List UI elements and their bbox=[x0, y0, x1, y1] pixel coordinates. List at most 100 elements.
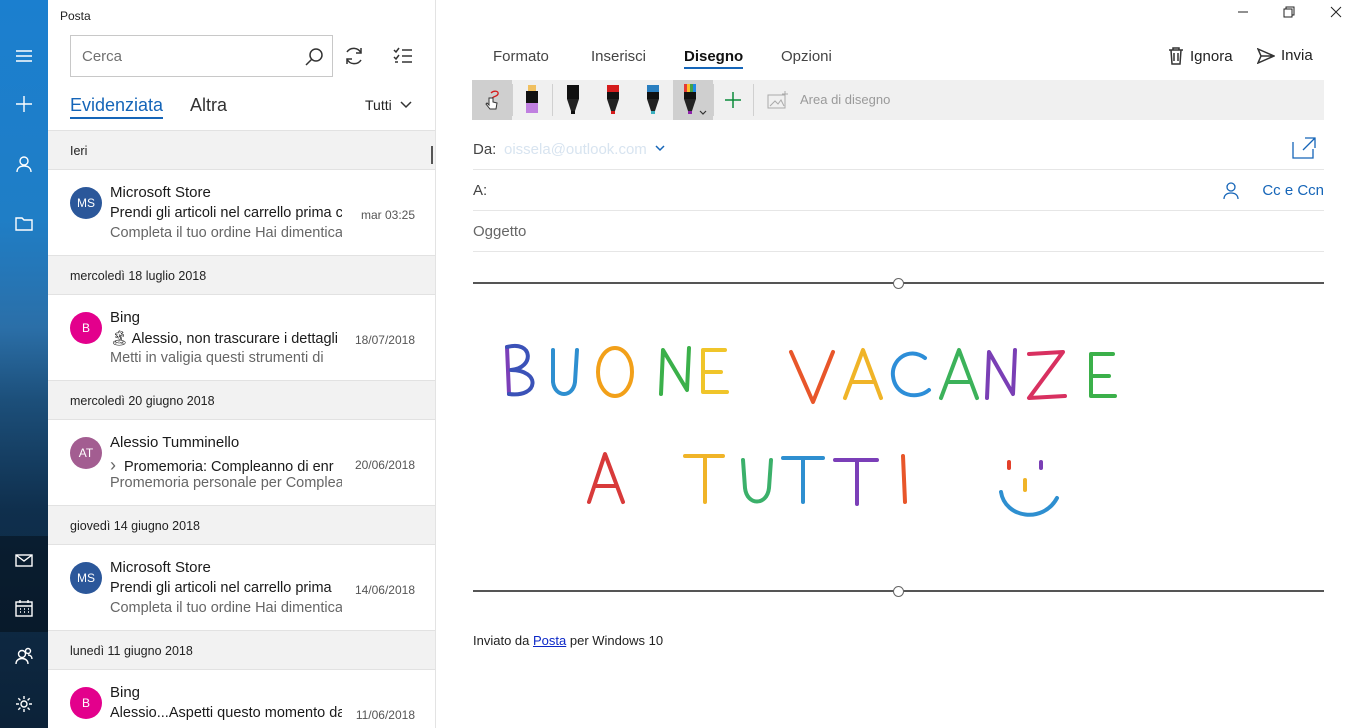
add-pen-button[interactable] bbox=[713, 80, 753, 120]
mail-icon[interactable] bbox=[0, 536, 48, 584]
drawing-canvas-button[interactable] bbox=[758, 80, 798, 120]
tab-disegno[interactable]: Disegno bbox=[684, 48, 744, 69]
send-button[interactable]: Invia bbox=[1257, 47, 1313, 64]
signature-prefix: Inviato da bbox=[473, 633, 533, 648]
date-group-heading: mercoledì 20 giugno 2018 bbox=[48, 380, 435, 420]
contact-picker-icon[interactable] bbox=[1222, 182, 1240, 200]
avatar: B bbox=[70, 687, 102, 719]
drawing-canvas[interactable] bbox=[473, 272, 1324, 602]
touch-draw-tool[interactable] bbox=[472, 80, 512, 120]
search-icon[interactable] bbox=[304, 47, 324, 67]
message-sender: Bing bbox=[110, 684, 141, 701]
minimize-button[interactable] bbox=[1237, 5, 1259, 27]
message-subject-text: Prendi gli articoli nel carrello prima bbox=[110, 580, 332, 596]
message-subject: 🏝 Alessio, non trascurare i dettagli bbox=[110, 330, 342, 347]
chevron-down-icon[interactable] bbox=[655, 143, 665, 153]
message-sender: Microsoft Store bbox=[110, 184, 211, 201]
send-label: Invia bbox=[1281, 47, 1313, 64]
message-list-item[interactable]: B Bing 🏝 Alessio, non trascurare i dettagl… bbox=[48, 295, 435, 380]
settings-icon[interactable] bbox=[0, 680, 48, 728]
message-subject-text: Alessio...Aspetti questo momento da bbox=[110, 705, 342, 721]
canvas-resize-handle-bottom[interactable] bbox=[893, 586, 904, 597]
menu-icon[interactable] bbox=[0, 32, 48, 80]
avatar: MS bbox=[70, 187, 102, 219]
calendar-icon[interactable] bbox=[0, 584, 48, 632]
people-icon[interactable] bbox=[0, 632, 48, 680]
pen-red-tool[interactable] bbox=[593, 80, 633, 120]
plus-icon bbox=[725, 92, 741, 108]
pen-red-icon bbox=[607, 85, 619, 114]
tab-focused[interactable]: Evidenziata bbox=[70, 95, 164, 119]
to-field[interactable]: A: Cc e Ccn bbox=[473, 170, 1324, 211]
message-list-item[interactable]: B Bing Alessio...Aspetti questo momento da… bbox=[48, 670, 435, 728]
avatar: B bbox=[70, 312, 102, 344]
sync-icon[interactable] bbox=[343, 45, 365, 67]
date-group-heading: lunedì 11 giugno 2018 bbox=[48, 630, 435, 670]
date-group-heading: Ieri bbox=[48, 130, 435, 170]
message-subject-text: Promemoria: Compleanno di enr bbox=[124, 459, 334, 475]
highlighter-icon bbox=[526, 85, 538, 113]
app-title: Posta bbox=[60, 9, 91, 23]
cc-bcc-link[interactable]: Cc e Ccn bbox=[1262, 182, 1324, 199]
folder-icon[interactable] bbox=[0, 200, 48, 248]
popout-icon[interactable] bbox=[1292, 137, 1316, 159]
message-date: mar 03:25 bbox=[360, 208, 415, 222]
signature-link[interactable]: Posta bbox=[533, 633, 566, 648]
restore-button[interactable] bbox=[1283, 5, 1305, 27]
pen-rainbow-tool[interactable] bbox=[673, 80, 713, 120]
message-list: Ieri MS Microsoft Store Prendi gli articoli… bbox=[48, 130, 435, 728]
message-date: 11/06/2018 bbox=[355, 708, 415, 722]
message-list-item[interactable]: AT Alessio Tumminello › Promemoria: Complea… bbox=[48, 420, 435, 505]
tab-opzioni[interactable]: Opzioni bbox=[781, 48, 832, 65]
pen-black-icon bbox=[567, 85, 579, 114]
new-mail-icon[interactable] bbox=[0, 80, 48, 128]
avatar: MS bbox=[70, 562, 102, 594]
account-icon[interactable] bbox=[0, 140, 48, 188]
subject-field[interactable]: Oggetto bbox=[473, 211, 1324, 252]
message-sender: Alessio Tumminello bbox=[110, 434, 240, 451]
message-preview: Metti in valigia questi strumenti di bbox=[110, 350, 324, 366]
message-preview: Completa il tuo ordine Hai dimenticato bbox=[110, 600, 342, 616]
message-subject: Alessio...Aspetti questo momento da bbox=[110, 705, 342, 721]
discard-label: Ignora bbox=[1190, 47, 1233, 65]
pen-rainbow-icon bbox=[684, 84, 707, 115]
tab-inserisci[interactable]: Inserisci bbox=[591, 48, 646, 65]
message-list-pane: Posta Evidenziata Altra Tutti Ieri MS Micr… bbox=[48, 0, 436, 728]
drawing-canvas-icon bbox=[767, 91, 788, 109]
highlighter-tool[interactable] bbox=[512, 80, 552, 120]
avatar: AT bbox=[70, 437, 102, 469]
app-rail bbox=[0, 0, 48, 728]
touch-draw-icon bbox=[485, 90, 499, 110]
discard-button[interactable]: Ignora bbox=[1168, 47, 1233, 65]
tab-other[interactable]: Altra bbox=[190, 95, 227, 116]
send-icon bbox=[1257, 47, 1275, 64]
message-date: 18/07/2018 bbox=[354, 333, 415, 347]
search-input[interactable] bbox=[71, 36, 291, 76]
search-box[interactable] bbox=[70, 35, 333, 77]
message-sender: Microsoft Store bbox=[110, 559, 211, 576]
date-group-heading: giovedì 14 giugno 2018 bbox=[48, 505, 435, 545]
chevron-down-icon bbox=[400, 101, 412, 109]
subject-placeholder[interactable]: Oggetto bbox=[473, 223, 526, 240]
from-value[interactable]: oissela@outlook.com bbox=[504, 141, 647, 158]
pen-black-tool[interactable] bbox=[553, 80, 593, 120]
message-list-item[interactable]: MS Microsoft Store Prendi gli articoli nel… bbox=[48, 545, 435, 630]
toolbar-divider bbox=[753, 84, 754, 116]
drawing-canvas-label: Area di disegno bbox=[800, 92, 891, 107]
scrollbar-thumb[interactable] bbox=[431, 146, 433, 164]
pen-galaxy-icon bbox=[647, 85, 659, 114]
trash-icon bbox=[1169, 47, 1183, 65]
filter-dropdown[interactable]: Tutti bbox=[365, 97, 412, 113]
filter-label: Tutti bbox=[365, 97, 392, 113]
drawing-toolbar: Area di disegno bbox=[472, 80, 1324, 120]
message-subject: › Promemoria: Compleanno di enr bbox=[110, 455, 342, 476]
chevron-right-icon[interactable]: › bbox=[110, 455, 116, 475]
close-button[interactable] bbox=[1330, 5, 1352, 27]
from-field[interactable]: Da: oissela@outlook.com bbox=[473, 129, 1324, 170]
selection-mode-icon[interactable] bbox=[392, 45, 414, 67]
message-subject-text: 🏝 Alessio, non trascurare i dettagli bbox=[110, 331, 338, 347]
pen-galaxy-tool[interactable] bbox=[633, 80, 673, 120]
tab-formato[interactable]: Formato bbox=[493, 48, 549, 65]
email-signature: Inviato da Posta per Windows 10 bbox=[473, 633, 663, 648]
message-list-item[interactable]: MS Microsoft Store Prendi gli articoli nel… bbox=[48, 170, 435, 255]
